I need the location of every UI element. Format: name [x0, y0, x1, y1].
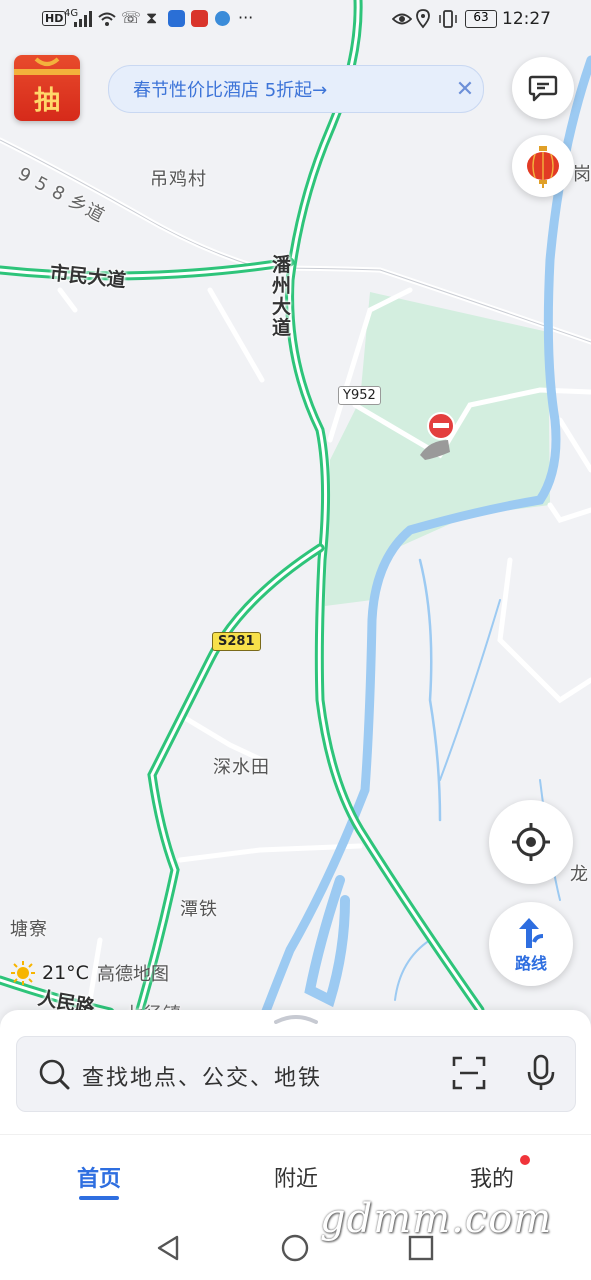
map-graphics	[0, 0, 591, 1045]
wifi-icon	[98, 12, 116, 26]
map-label-panzhou-avenue: 潘州大道	[272, 254, 292, 339]
hourglass-icon: ⧗	[146, 8, 158, 27]
scan-icon[interactable]	[452, 1056, 486, 1090]
sun-icon	[11, 961, 35, 985]
search-icon	[39, 1059, 70, 1090]
map-label-village: 吊鸡村	[150, 169, 207, 190]
festival-lantern-button[interactable]	[512, 135, 574, 197]
app-shield-icon	[168, 10, 185, 27]
map-label-place: 塘寮	[10, 919, 48, 940]
lantern-icon	[527, 146, 559, 188]
signal-icon	[74, 11, 92, 27]
home-icon[interactable]	[281, 1234, 309, 1262]
search-input[interactable]: 查找地点、公交、地铁	[82, 1060, 322, 1092]
eye-icon	[392, 13, 412, 25]
notification-badge	[520, 1155, 530, 1165]
hd-indicator: HD	[42, 11, 67, 26]
active-tab-indicator	[79, 1196, 119, 1200]
tab-home[interactable]: 首页	[39, 1161, 159, 1193]
messages-button[interactable]	[512, 57, 574, 119]
map-canvas[interactable]: 吊鸡村 9 5 8 乡道 市民大道 潘州大道 Y952 S281 深水田 潭铁 …	[0, 0, 591, 1045]
route-arrow-icon	[519, 918, 544, 948]
chat-bubble-icon	[528, 75, 558, 102]
microphone-icon[interactable]	[526, 1054, 556, 1092]
recorder-icon	[191, 10, 208, 27]
battery-level: 63	[473, 10, 489, 24]
map-label-place: 深水田	[213, 757, 270, 778]
clock: 12:27	[502, 9, 551, 29]
tab-nearby[interactable]: 附近	[236, 1161, 356, 1193]
more-notifications-icon: ···	[238, 8, 254, 27]
drag-handle-icon[interactable]	[274, 1014, 318, 1024]
status-bar: HD 4G ☏ ⧗ ··· 63 12:27	[0, 0, 591, 40]
route-button[interactable]: 路线	[489, 902, 573, 986]
weather-temperature: 21°C	[42, 962, 89, 984]
watermark: gdmm.com	[320, 1196, 553, 1242]
banner-text: 春节性价比酒店 5折起→	[133, 80, 328, 101]
back-icon[interactable]	[155, 1234, 183, 1262]
weather-widget[interactable]: 21°C 高德地图	[10, 960, 169, 986]
road-shield-s281: S281	[212, 632, 261, 651]
vibrate-icon	[439, 10, 457, 28]
lottery-char: 抽	[33, 86, 60, 116]
map-label-place-partial: 龙	[570, 864, 589, 885]
tab-me[interactable]: 我的	[432, 1161, 552, 1193]
my-location-button[interactable]	[489, 800, 573, 884]
close-icon[interactable]: ✕	[447, 77, 483, 102]
map-label-place-partial: 岗	[573, 164, 591, 185]
locate-crosshair-icon	[512, 823, 550, 861]
route-label: 路线	[514, 954, 547, 973]
road-shield-y952: Y952	[338, 386, 381, 405]
app-icon	[215, 11, 230, 26]
battery-icon: 63	[465, 10, 497, 28]
brand-logo-text: 高德地图	[96, 964, 169, 985]
location-icon	[416, 9, 430, 29]
map-label-place: 潭铁	[180, 899, 218, 920]
missed-call-icon: ☏	[121, 8, 142, 27]
hotel-promo-banner[interactable]: 春节性价比酒店 5折起→ ✕	[108, 65, 484, 113]
